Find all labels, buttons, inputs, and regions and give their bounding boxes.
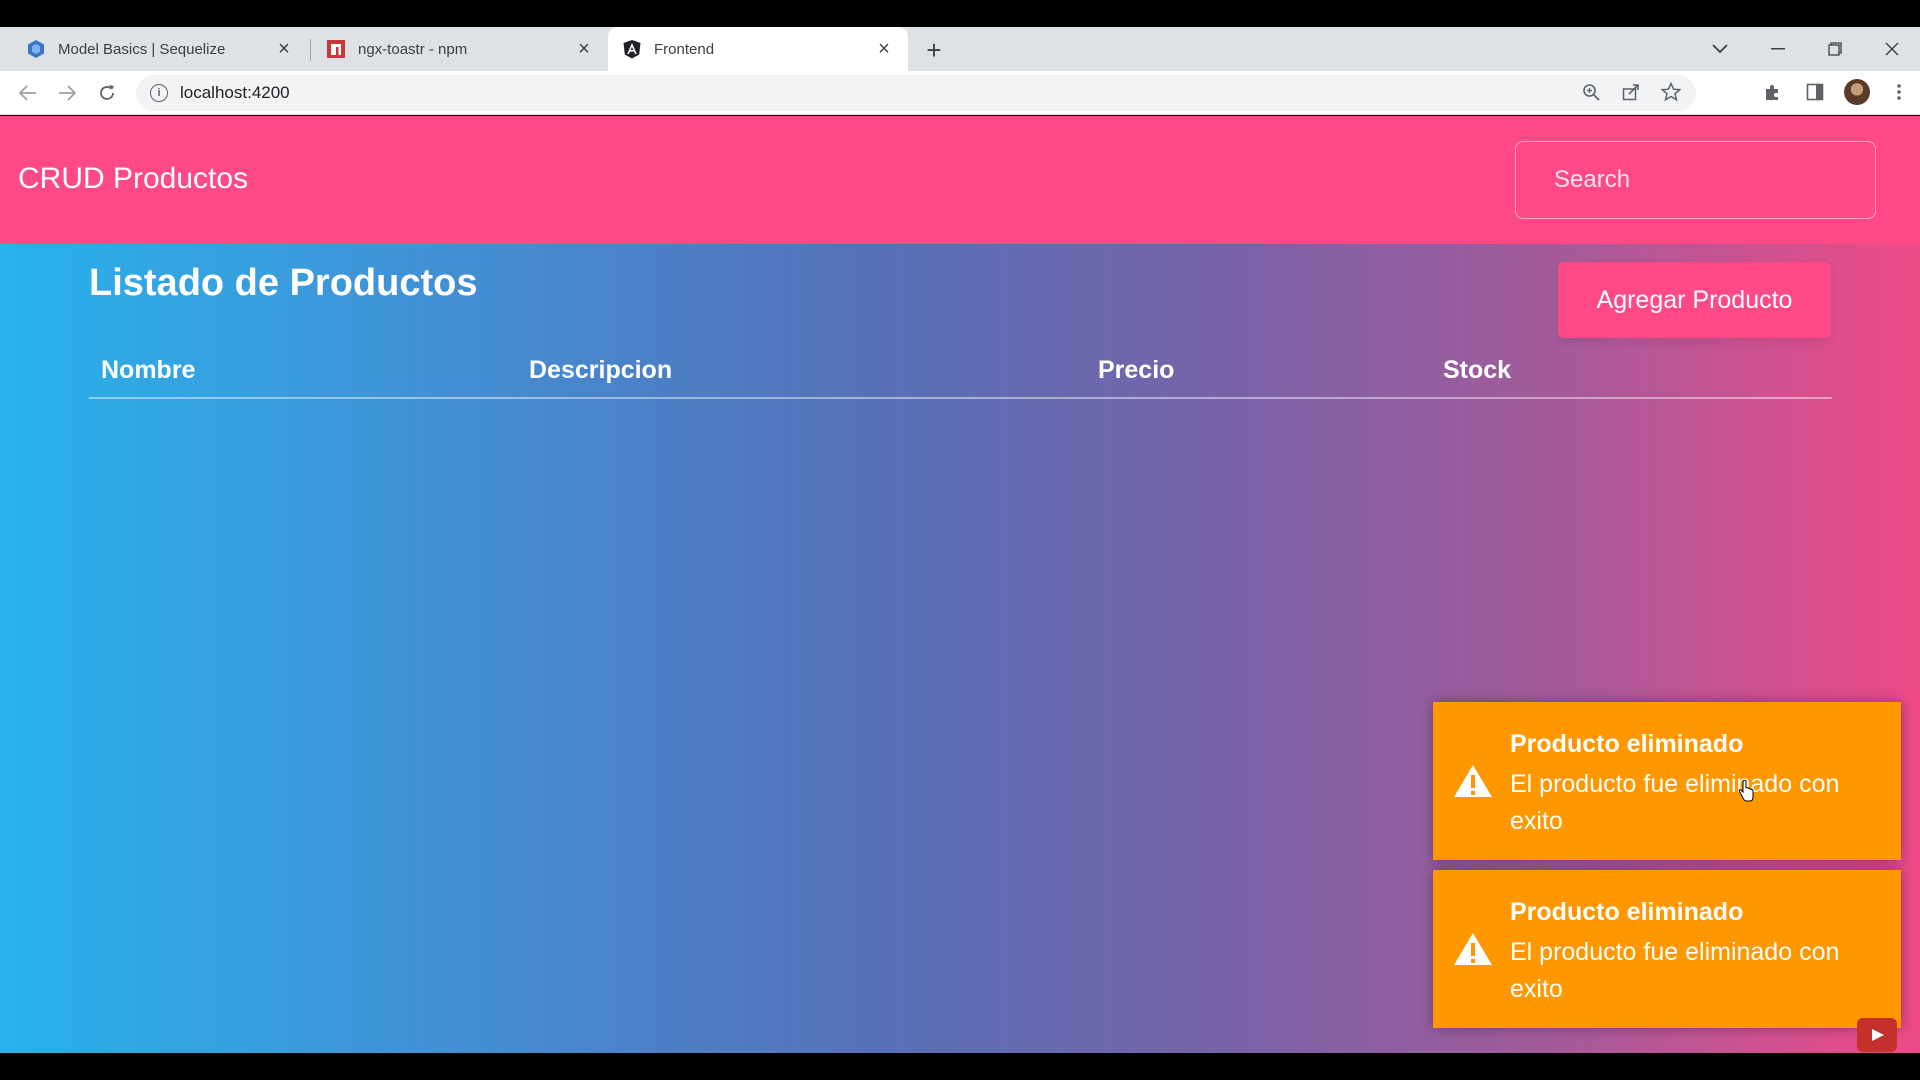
minimize-icon[interactable]: [1749, 27, 1806, 71]
toast-message: El producto fue eliminado con exito: [1510, 938, 1840, 1003]
screen: Model Basics | Sequelize × ngx-toastr - …: [0, 0, 1920, 1080]
angular-icon: [622, 39, 642, 59]
warning-icon: [1453, 932, 1493, 966]
app-navbar: CRUD Productos: [0, 116, 1920, 244]
npm-icon: [326, 39, 346, 59]
search-input[interactable]: [1515, 141, 1876, 219]
tab-sequelize[interactable]: Model Basics | Sequelize ×: [12, 27, 308, 71]
close-tab-icon[interactable]: ×: [874, 38, 894, 60]
warning-icon: [1453, 764, 1493, 798]
extensions-icon[interactable]: [1760, 79, 1786, 105]
restore-icon[interactable]: [1806, 27, 1863, 71]
tab-separator: [310, 39, 311, 61]
forward-icon[interactable]: [53, 79, 81, 107]
close-tab-icon[interactable]: ×: [574, 38, 594, 60]
tab-title: ngx-toastr - npm: [358, 40, 468, 58]
address-bar[interactable]: i localhost:4200: [136, 75, 1696, 111]
share-icon[interactable]: [1620, 81, 1642, 103]
tab-title: Model Basics | Sequelize: [58, 40, 226, 58]
brand-title[interactable]: CRUD Productos: [18, 162, 248, 196]
zoom-icon[interactable]: [1580, 81, 1602, 103]
toast-message: El producto fue eliminado con exito: [1510, 770, 1840, 835]
profile-avatar[interactable]: [1844, 79, 1870, 105]
close-tab-icon[interactable]: ×: [274, 38, 294, 60]
window-controls: [1749, 27, 1920, 71]
column-header-precio: Precio: [1098, 356, 1175, 384]
menu-kebab-icon[interactable]: [1886, 79, 1912, 105]
toast-warning[interactable]: Producto eliminado El producto fue elimi…: [1433, 870, 1901, 1028]
bookmark-star-icon[interactable]: [1660, 81, 1682, 103]
side-panel-icon[interactable]: [1802, 79, 1828, 105]
hand-cursor-icon: [1738, 779, 1754, 802]
products-table-header: Nombre Descripcion Precio Stock: [89, 356, 1832, 399]
browser-toolbar: i localhost:4200: [0, 71, 1920, 115]
tab-strip: Model Basics | Sequelize × ngx-toastr - …: [0, 27, 1920, 71]
new-tab-button[interactable]: +: [920, 35, 948, 65]
toast-title: Producto eliminado: [1510, 898, 1744, 926]
column-header-stock: Stock: [1443, 356, 1512, 384]
site-info-icon[interactable]: i: [150, 84, 168, 102]
back-icon[interactable]: [14, 79, 42, 107]
toast-title: Producto eliminado: [1510, 730, 1744, 758]
tab-frontend[interactable]: Frontend ×: [608, 27, 908, 71]
url-text: localhost:4200: [180, 83, 290, 102]
close-window-icon[interactable]: [1863, 27, 1920, 71]
reload-icon[interactable]: [93, 79, 121, 107]
tab-title: Frontend: [654, 40, 715, 58]
toast-warning[interactable]: Producto eliminado El producto fue elimi…: [1433, 702, 1901, 860]
page-title: Listado de Productos: [89, 262, 478, 304]
add-product-button[interactable]: Agregar Producto: [1558, 262, 1831, 338]
youtube-icon: [1857, 1018, 1897, 1052]
chevron-down-icon[interactable]: [1708, 37, 1732, 61]
column-header-nombre: Nombre: [101, 356, 196, 384]
column-header-descripcion: Descripcion: [529, 356, 673, 384]
tab-ngx-toastr[interactable]: ngx-toastr - npm ×: [312, 27, 608, 71]
sequelize-icon: [26, 39, 46, 59]
